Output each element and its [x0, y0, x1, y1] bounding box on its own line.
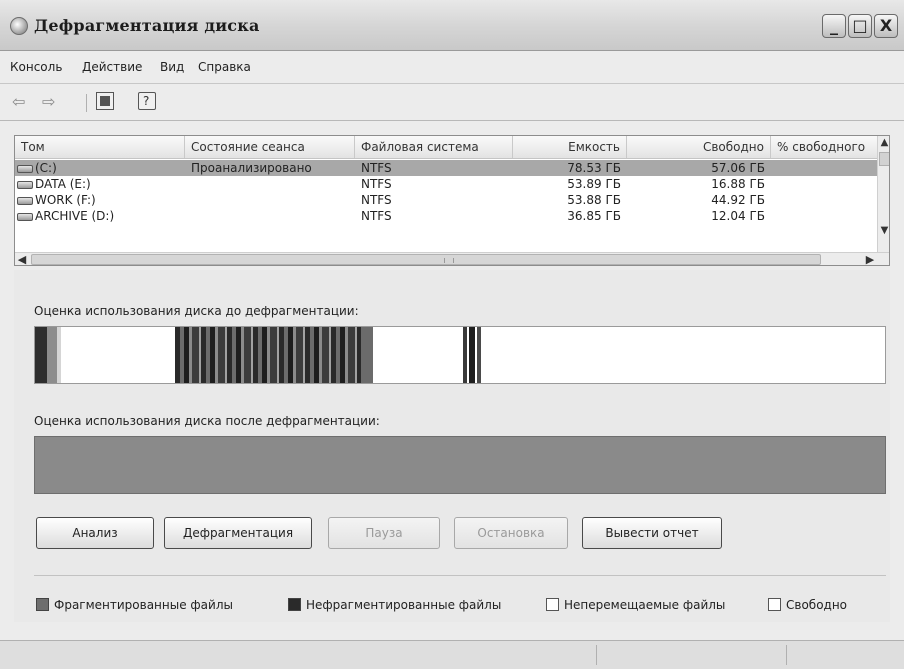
session-status-cell: Проанализировано	[191, 161, 312, 175]
capacity-cell: 78.53 ГБ	[567, 161, 621, 175]
vertical-scrollbar[interactable]: ▲ ▼	[877, 136, 889, 252]
help-icon[interactable]: ?	[138, 92, 156, 110]
horizontal-scroll-thumb[interactable]	[31, 254, 821, 265]
window-title: Дефрагментация диска	[34, 16, 260, 35]
file-system-cell: NTFS	[361, 177, 392, 191]
analyze-button[interactable]: Анализ	[36, 517, 154, 549]
volume-list[interactable]: Том Состояние сеанса Файловая система Ем…	[14, 135, 890, 266]
horizontal-scrollbar[interactable]: ◀ ▶	[15, 252, 889, 265]
after-defrag-map	[34, 436, 886, 494]
before-defrag-label: Оценка использования диска до дефрагмент…	[34, 304, 359, 318]
percent-free-cell	[775, 176, 875, 192]
session-status-cell	[191, 192, 351, 208]
menu-action[interactable]: Действие	[82, 60, 142, 74]
menu-console[interactable]: Консоль	[10, 60, 62, 74]
map-stripe	[463, 327, 467, 383]
after-defrag-label: Оценка использования диска после дефрагм…	[34, 414, 380, 428]
percent-free-cell	[775, 192, 875, 208]
column-header-percent-free[interactable]: % свободного	[771, 136, 877, 158]
scroll-left-icon[interactable]: ◀	[15, 253, 29, 265]
map-stripe	[35, 327, 47, 383]
stop-button[interactable]: Остановка	[454, 517, 568, 549]
defrag-app-icon	[10, 17, 28, 35]
volume-name-cell: DATA (E:)	[17, 176, 185, 192]
percent-free-cell	[775, 160, 875, 176]
map-stripe	[57, 327, 61, 383]
legend-contiguous: Нефрагментированные файлы	[288, 598, 501, 612]
map-stripe	[47, 327, 57, 383]
capacity-cell: 36.85 ГБ	[567, 209, 621, 223]
status-separator	[786, 645, 787, 665]
map-stripe	[469, 327, 475, 383]
pause-button[interactable]: Пауза	[328, 517, 440, 549]
defragment-button[interactable]: Дефрагментация	[164, 517, 312, 549]
map-stripe	[361, 327, 373, 383]
status-bar	[0, 640, 904, 669]
percent-free-cell	[775, 208, 875, 224]
menu-bar: Консоль Действие Вид Справка	[0, 51, 904, 84]
before-defrag-map	[34, 326, 886, 384]
file-system-cell: NTFS	[361, 161, 392, 175]
status-separator	[596, 645, 597, 665]
scroll-grip-icon	[444, 258, 454, 263]
column-header-volume[interactable]: Том	[15, 136, 185, 158]
column-header-session-status[interactable]: Состояние сеанса	[185, 136, 355, 158]
volume-name-cell: WORK (F:)	[17, 192, 185, 208]
close-button[interactable]: X	[874, 14, 898, 38]
view-report-button[interactable]: Вывести отчет	[582, 517, 722, 549]
volume-row[interactable]: DATA (E:) NTFS 53.89 ГБ 16.88 ГБ	[15, 176, 877, 192]
menu-help[interactable]: Справка	[198, 60, 251, 74]
volume-row[interactable]: ARCHIVE (D:) NTFS 36.85 ГБ 12.04 ГБ	[15, 208, 877, 224]
maximize-button[interactable]: □	[848, 14, 872, 38]
volume-name-cell: (C:)	[17, 160, 185, 176]
free-space-cell: 16.88 ГБ	[711, 177, 765, 191]
minimize-button[interactable]: _	[822, 14, 846, 38]
toolbar-separator	[86, 94, 87, 112]
column-header-file-system[interactable]: Файловая система	[355, 136, 513, 158]
back-arrow-icon[interactable]: ⇦	[12, 92, 25, 112]
hard-drive-icon	[17, 196, 33, 205]
free-swatch-icon	[768, 598, 781, 611]
map-stripe	[175, 327, 361, 383]
hard-drive-icon	[17, 212, 33, 221]
panel-divider	[34, 575, 886, 576]
fragmented-swatch-icon	[36, 598, 49, 611]
column-header-free-space[interactable]: Свободно	[627, 136, 771, 158]
session-status-cell	[191, 208, 351, 224]
contiguous-swatch-icon	[288, 598, 301, 611]
vertical-scroll-thumb[interactable]	[879, 152, 889, 166]
scroll-down-icon[interactable]: ▼	[878, 224, 889, 238]
map-stripe	[477, 327, 481, 383]
free-space-cell: 44.92 ГБ	[711, 193, 765, 207]
hard-drive-icon	[17, 164, 33, 173]
forward-arrow-icon[interactable]: ⇨	[42, 92, 55, 112]
legend-fragmented: Фрагментированные файлы	[36, 598, 233, 612]
free-space-cell: 12.04 ГБ	[711, 209, 765, 223]
title-bar[interactable]: Дефрагментация диска _ □ X	[0, 0, 904, 51]
free-space-cell: 57.06 ГБ	[711, 161, 765, 175]
volume-list-header: Том Состояние сеанса Файловая система Ем…	[15, 136, 877, 159]
menu-view[interactable]: Вид	[160, 60, 184, 74]
volume-name-cell: ARCHIVE (D:)	[17, 208, 185, 224]
legend-free: Свободно	[768, 598, 847, 612]
hard-drive-icon	[17, 180, 33, 189]
scroll-up-icon[interactable]: ▲	[878, 136, 889, 150]
volume-row[interactable]: (C:) Проанализировано NTFS 78.53 ГБ 57.0…	[15, 160, 877, 176]
show-hide-console-icon[interactable]	[96, 92, 114, 110]
file-system-cell: NTFS	[361, 193, 392, 207]
capacity-cell: 53.89 ГБ	[567, 177, 621, 191]
volume-row[interactable]: WORK (F:) NTFS 53.88 ГБ 44.92 ГБ	[15, 192, 877, 208]
file-system-cell: NTFS	[361, 209, 392, 223]
unmovable-swatch-icon	[546, 598, 559, 611]
scroll-right-icon[interactable]: ▶	[863, 253, 877, 265]
defrag-window: Дефрагментация диска _ □ X Консоль Дейст…	[0, 0, 904, 669]
session-status-cell	[191, 176, 351, 192]
legend-unmovable: Неперемещаемые файлы	[546, 598, 725, 612]
toolbar: ⇦ ⇨ ?	[0, 84, 904, 121]
capacity-cell: 53.88 ГБ	[567, 193, 621, 207]
analysis-panel: Оценка использования диска до дефрагмент…	[14, 270, 890, 622]
column-header-capacity[interactable]: Емкость	[513, 136, 627, 158]
